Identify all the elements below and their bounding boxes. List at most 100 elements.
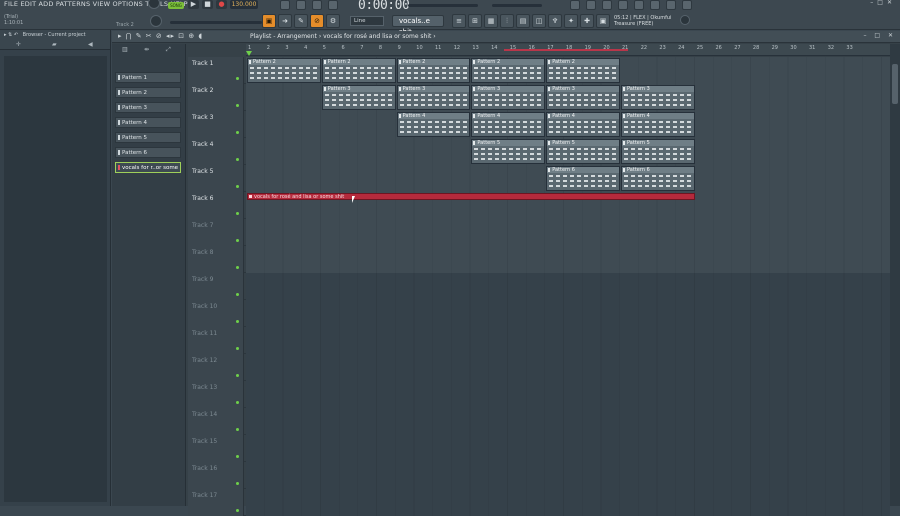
track-header[interactable]: Track 8 bbox=[188, 246, 244, 273]
pattern-clip[interactable]: Pattern 3 bbox=[471, 85, 546, 110]
redo-icon[interactable] bbox=[586, 0, 596, 10]
pattern-clip[interactable]: Pattern 5 bbox=[546, 139, 620, 164]
browser-speaker-icon[interactable]: ◀ bbox=[88, 41, 93, 48]
track-mute-led[interactable] bbox=[236, 347, 239, 350]
wait-input-icon[interactable] bbox=[312, 0, 322, 10]
arrow-tool-button[interactable]: ➜ bbox=[278, 14, 292, 28]
track-header[interactable]: Track 5 bbox=[188, 165, 244, 192]
audio-clip[interactable]: vocals for rosé and lisa or some shit bbox=[247, 193, 695, 200]
track-lane[interactable]: Pattern 5 Pattern 5 Pattern 5 bbox=[246, 138, 890, 165]
pattern-clip[interactable]: Pattern 6 bbox=[546, 166, 620, 191]
track-mute-led[interactable] bbox=[236, 266, 239, 269]
app-window-controls[interactable]: –□✕ bbox=[870, 0, 896, 6]
pattern-clip[interactable]: Pattern 6 bbox=[621, 166, 695, 191]
pattern-clip[interactable]: Pattern 2 bbox=[247, 58, 321, 83]
track-mute-led[interactable] bbox=[236, 77, 239, 80]
track-header[interactable]: Track 9 bbox=[188, 273, 244, 300]
pattern-item[interactable]: Pattern 5 bbox=[115, 132, 181, 143]
track-header[interactable]: Track 11 bbox=[188, 327, 244, 354]
undo-icon[interactable] bbox=[570, 0, 580, 10]
step-seq-button[interactable]: ▣ bbox=[596, 14, 610, 28]
track-mute-led[interactable] bbox=[236, 131, 239, 134]
track-mute-led[interactable] bbox=[236, 293, 239, 296]
tempo-knob[interactable] bbox=[150, 15, 162, 27]
track-lane[interactable]: Pattern 4 Pattern 4 Pattern 4 Pattern 4 bbox=[246, 111, 890, 138]
track-lane[interactable] bbox=[246, 408, 890, 435]
pattern-clip[interactable]: Pattern 3 bbox=[621, 85, 695, 110]
track-lane[interactable] bbox=[246, 300, 890, 327]
metronome-icon[interactable] bbox=[296, 0, 306, 10]
track-header[interactable]: Track 17 bbox=[188, 489, 244, 516]
track-header[interactable]: Track 3 bbox=[188, 111, 244, 138]
track-lane[interactable] bbox=[246, 462, 890, 489]
song-mode-toggle[interactable]: SONG bbox=[168, 2, 184, 9]
track-header[interactable]: Track 16 bbox=[188, 462, 244, 489]
playlist-window-controls[interactable]: – □ ✕ bbox=[863, 32, 896, 39]
track-lane[interactable]: Pattern 6 Pattern 6 bbox=[246, 165, 890, 192]
user-icon[interactable] bbox=[682, 0, 692, 10]
track-mute-led[interactable] bbox=[236, 185, 239, 188]
pattern-clip[interactable]: Pattern 4 bbox=[621, 112, 695, 137]
track-mute-led[interactable] bbox=[236, 320, 239, 323]
mixer-icon[interactable] bbox=[634, 0, 644, 10]
browser-button[interactable]: ▤ bbox=[516, 14, 530, 28]
track-mute-led[interactable] bbox=[236, 212, 239, 215]
snap-select[interactable]: Line bbox=[350, 16, 384, 26]
master-volume-slider[interactable] bbox=[492, 4, 542, 7]
pattern-item[interactable]: Pattern 6 bbox=[115, 147, 181, 158]
track-lane[interactable] bbox=[246, 354, 890, 381]
track-header[interactable]: Track 6 bbox=[188, 192, 244, 219]
pattern-item[interactable]: Pattern 4 bbox=[115, 117, 181, 128]
browser-list[interactable] bbox=[4, 56, 107, 502]
vertical-scrollbar[interactable] bbox=[890, 44, 900, 506]
countdown-icon[interactable] bbox=[328, 0, 338, 10]
pattern-edit-icon[interactable]: ⤢ bbox=[166, 46, 171, 54]
mic-button[interactable]: ♆ bbox=[548, 14, 562, 28]
pattern-view-icon[interactable]: ▥ bbox=[122, 46, 128, 53]
track-mute-led[interactable] bbox=[236, 509, 239, 512]
position-slider[interactable] bbox=[170, 21, 262, 24]
track-header[interactable]: Track 14 bbox=[188, 408, 244, 435]
master-pitch-slider[interactable] bbox=[408, 4, 478, 7]
pattern-item[interactable]: Pattern 3 bbox=[115, 102, 181, 113]
pattern-clip[interactable]: Pattern 2 bbox=[396, 58, 471, 83]
track-header[interactable]: Track 2 bbox=[188, 84, 244, 111]
track-lane[interactable] bbox=[246, 435, 890, 462]
pattern-clip[interactable]: Pattern 5 bbox=[621, 139, 695, 164]
tempo-display[interactable]: 130.000 bbox=[230, 0, 258, 9]
playlist-tools[interactable]: ▸ ⋂ ✎ ✂ ⊘ ◂▸ ⊡ ⊕ ◖ bbox=[118, 32, 203, 40]
playlist-breadcrumb[interactable]: Playlist - Arrangement › vocals for rosé… bbox=[250, 33, 436, 40]
track-mute-led[interactable] bbox=[236, 482, 239, 485]
pattern-clip[interactable]: Pattern 3 bbox=[546, 85, 620, 110]
track-lane[interactable]: vocals for rosé and lisa or some shit bbox=[246, 192, 890, 219]
save-icon[interactable] bbox=[602, 0, 612, 10]
pattern-clip[interactable]: Pattern 4 bbox=[471, 112, 546, 137]
pattern-clip[interactable]: Pattern 4 bbox=[396, 112, 471, 137]
pattern-clip[interactable]: Pattern 2 bbox=[321, 58, 396, 83]
project-info-button[interactable]: ✚ bbox=[580, 14, 594, 28]
pattern-clip[interactable]: Pattern 5 bbox=[471, 139, 546, 164]
timeline-ruler[interactable]: 1 2 3 4 5 6 7 8 9 10 11 12 13 14 15 16 17 18 19 20 21 22 23 24 2… bbox=[246, 44, 900, 56]
track-lane[interactable]: Pattern 3 Pattern 3 Pattern 3 Pattern 3 Patt… bbox=[246, 84, 890, 111]
online-icon[interactable] bbox=[666, 0, 676, 10]
record-button[interactable]: ● bbox=[216, 0, 227, 9]
track-header[interactable]: Track 12 bbox=[188, 354, 244, 381]
track-header[interactable]: Track 4 bbox=[188, 138, 244, 165]
news-icon[interactable] bbox=[680, 15, 690, 25]
help-icon[interactable] bbox=[650, 0, 660, 10]
track-header[interactable]: Track 1 bbox=[188, 57, 244, 84]
channel-rack-button[interactable]: ▦ bbox=[484, 14, 498, 28]
stop-button[interactable]: ■ bbox=[202, 0, 213, 9]
snap-tool-button[interactable]: ▣ bbox=[262, 14, 276, 28]
vertical-scrollbar-thumb[interactable] bbox=[892, 64, 898, 104]
browser-folder-icon[interactable]: ▰ bbox=[52, 41, 57, 48]
playhead-marker[interactable] bbox=[246, 51, 252, 56]
track-mute-led[interactable] bbox=[236, 401, 239, 404]
pattern-move-icon[interactable]: ⇹ bbox=[144, 46, 149, 53]
stamp-tool-button[interactable]: ⚙ bbox=[326, 14, 340, 28]
track-mute-led[interactable] bbox=[236, 239, 239, 242]
pattern-item[interactable]: vocals for r..or some shit bbox=[115, 162, 181, 173]
track-lane[interactable] bbox=[246, 219, 890, 246]
track-mute-led[interactable] bbox=[236, 158, 239, 161]
pattern-clip[interactable]: Pattern 3 bbox=[321, 85, 396, 110]
